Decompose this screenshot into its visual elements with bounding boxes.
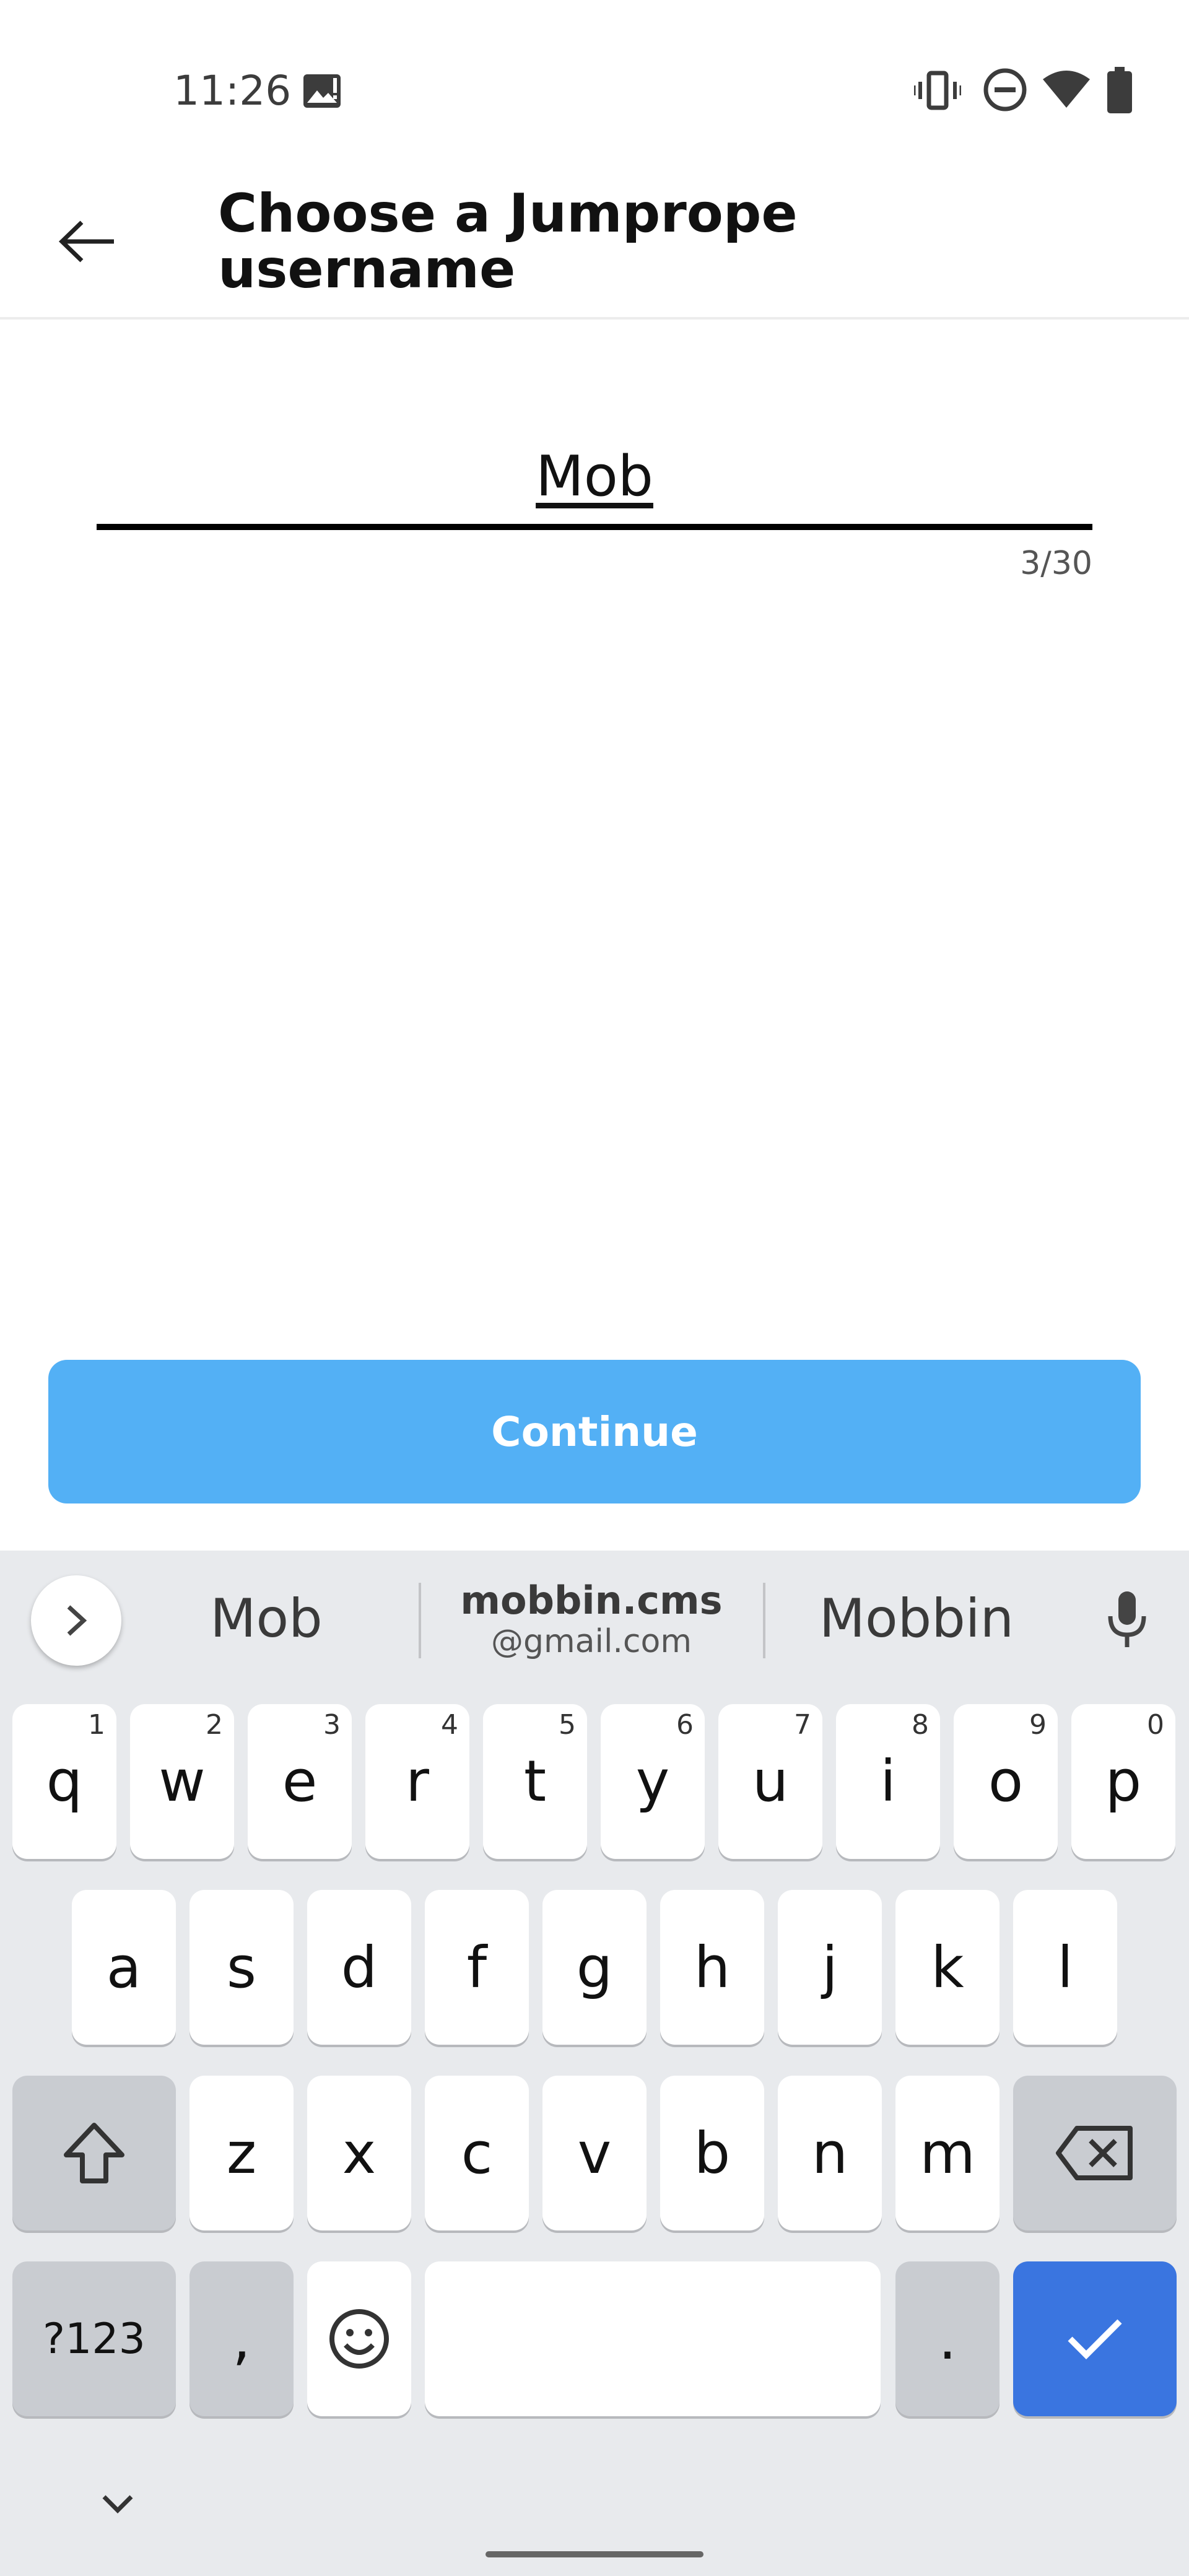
key-t[interactable]: t5 xyxy=(483,1704,587,1859)
suggestion-left[interactable]: Mob xyxy=(142,1569,390,1668)
microphone-icon xyxy=(1108,1591,1146,1647)
expand-toolbar-button[interactable] xyxy=(31,1575,121,1666)
suggestion-right[interactable]: Mobbin xyxy=(780,1569,1053,1668)
space-key[interactable] xyxy=(425,2261,881,2416)
continue-button[interactable]: Continue xyxy=(48,1360,1141,1503)
hide-keyboard-button[interactable] xyxy=(87,2479,149,2529)
key-e[interactable]: e3 xyxy=(248,1704,352,1859)
key-p[interactable]: p0 xyxy=(1071,1704,1175,1859)
key-b[interactable]: b xyxy=(660,2076,764,2230)
key-a[interactable]: a xyxy=(72,1890,176,2045)
back-button[interactable] xyxy=(50,204,124,279)
suggestion-bar: Mob mobbin.cms @gmail.com Mobbin xyxy=(0,1551,1189,1687)
key-r[interactable]: r4 xyxy=(365,1704,469,1859)
key-h[interactable]: h xyxy=(660,1890,764,2045)
key-q[interactable]: q1 xyxy=(12,1704,116,1859)
key-w[interactable]: w2 xyxy=(130,1704,234,1859)
key-y[interactable]: y6 xyxy=(601,1704,705,1859)
gallery-icon xyxy=(303,74,341,108)
battery-icon xyxy=(1107,67,1132,113)
key-s[interactable]: s xyxy=(189,1890,294,2045)
backspace-icon xyxy=(1056,2126,1133,2180)
vibrate-icon xyxy=(914,71,961,110)
key-k[interactable]: k xyxy=(895,1890,1000,2045)
character-counter: 3/30 xyxy=(1020,545,1092,582)
status-bar: 11:26 xyxy=(0,0,1189,186)
suggestion-divider xyxy=(763,1583,765,1658)
backspace-key[interactable] xyxy=(1013,2076,1177,2230)
key-x[interactable]: x xyxy=(307,2076,411,2230)
status-time: 11:26 xyxy=(173,67,292,115)
app-bar: Choose a Jumprope username xyxy=(0,186,1189,320)
symbols-key[interactable]: ?123 xyxy=(12,2261,176,2416)
chevron-down-icon xyxy=(102,2495,133,2513)
key-m[interactable]: m xyxy=(895,2076,1000,2230)
suggestion-center-line2: @gmail.com xyxy=(490,1622,692,1660)
home-indicator[interactable] xyxy=(486,2551,703,2557)
key-u[interactable]: u7 xyxy=(718,1704,822,1859)
input-underline xyxy=(97,524,1092,530)
enter-key[interactable] xyxy=(1013,2261,1177,2416)
chevron-right-icon xyxy=(67,1605,87,1636)
key-n[interactable]: n xyxy=(778,2076,882,2230)
key-j[interactable]: j xyxy=(778,1890,882,2045)
suggestion-center[interactable]: mobbin.cms @gmail.com xyxy=(427,1569,756,1668)
suggestion-center-line1: mobbin.cms xyxy=(460,1577,723,1623)
key-f[interactable]: f xyxy=(425,1890,529,2045)
key-c[interactable]: c xyxy=(425,2076,529,2230)
shift-key[interactable] xyxy=(12,2076,176,2230)
key-g[interactable]: g xyxy=(542,1890,647,2045)
comma-key[interactable]: , xyxy=(189,2261,294,2416)
voice-input-button[interactable] xyxy=(1090,1582,1164,1656)
checkmark-icon xyxy=(1068,2319,1122,2360)
key-d[interactable]: d xyxy=(307,1890,411,2045)
key-l[interactable]: l xyxy=(1013,1890,1117,2045)
emoji-key[interactable] xyxy=(307,2261,411,2416)
username-input[interactable] xyxy=(97,427,1092,525)
wifi-icon xyxy=(1043,71,1090,108)
arrow-left-icon xyxy=(58,220,114,263)
key-o[interactable]: o9 xyxy=(954,1704,1058,1859)
soft-keyboard: Mob mobbin.cms @gmail.com Mobbin q1 w2 e… xyxy=(0,1551,1189,2576)
emoji-icon xyxy=(329,2309,389,2369)
key-z[interactable]: z xyxy=(189,2076,294,2230)
username-field xyxy=(97,427,1092,533)
suggestion-divider xyxy=(419,1583,421,1658)
page-title: Choose a Jumprope username xyxy=(218,183,798,300)
shift-icon xyxy=(64,2123,124,2183)
do-not-disturb-icon xyxy=(983,68,1027,111)
period-key[interactable]: . xyxy=(895,2261,1000,2416)
key-i[interactable]: i8 xyxy=(836,1704,940,1859)
key-v[interactable]: v xyxy=(542,2076,647,2230)
